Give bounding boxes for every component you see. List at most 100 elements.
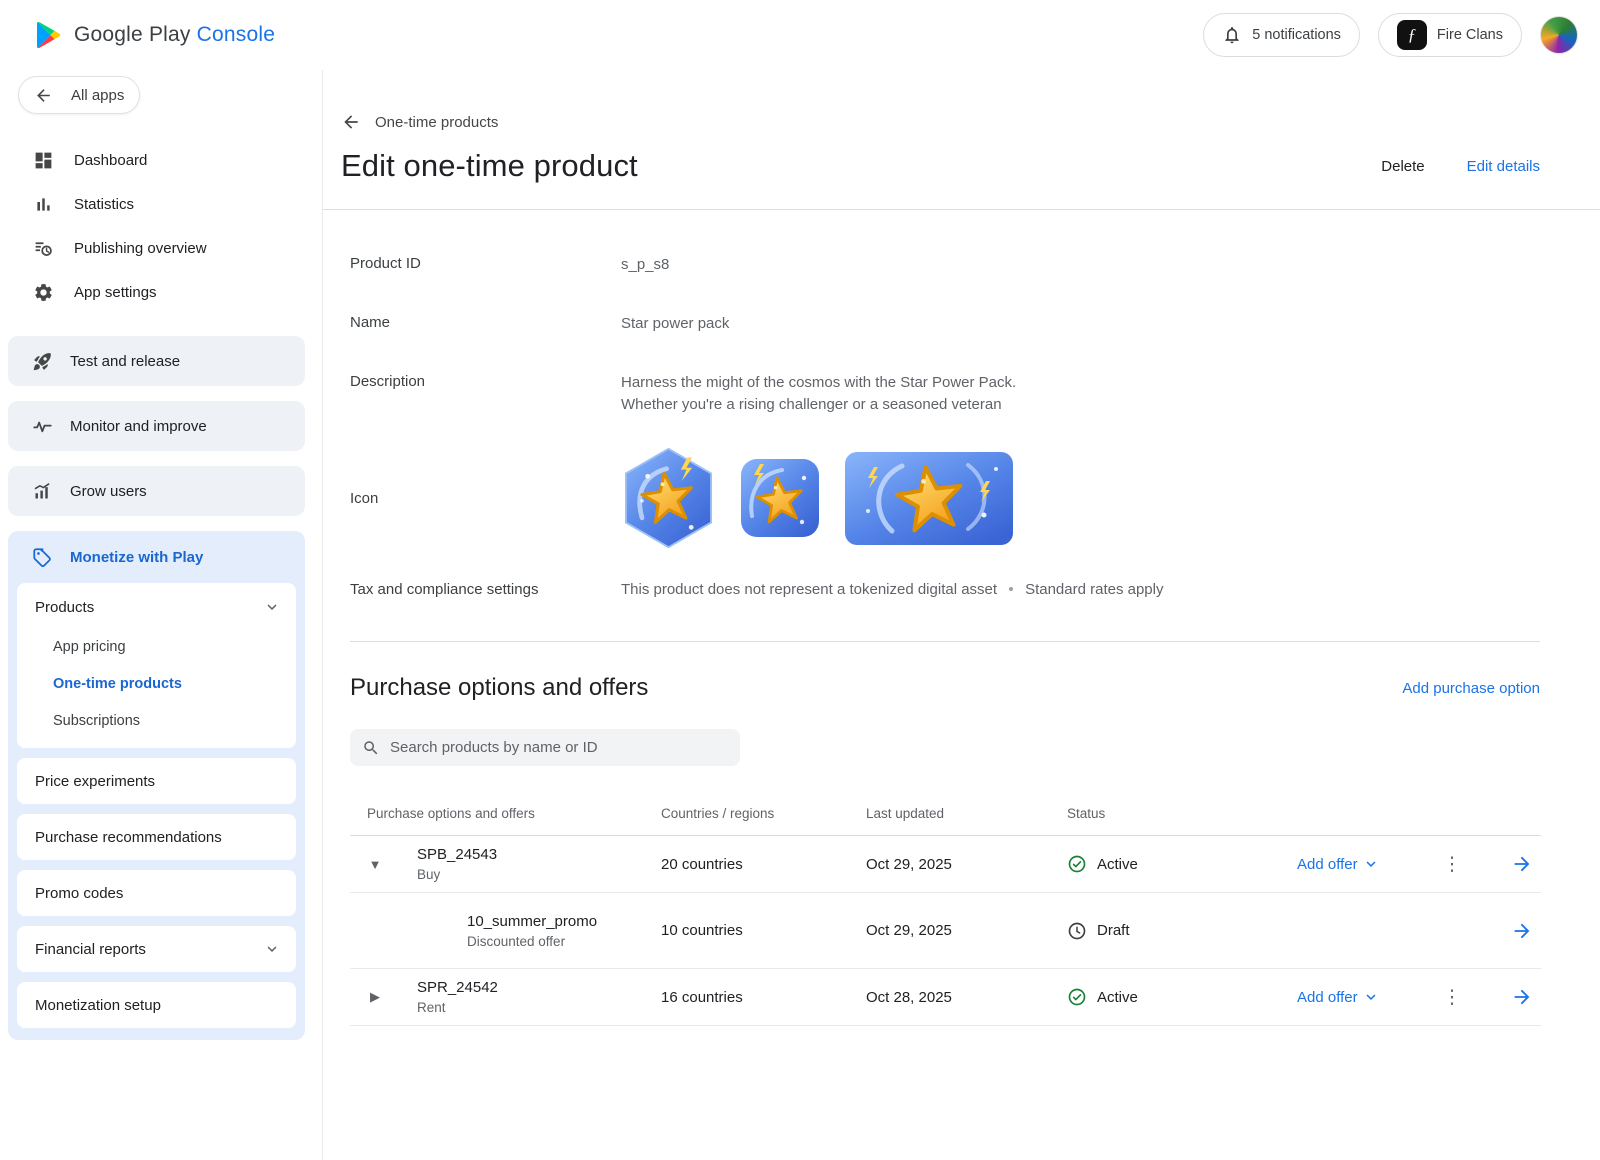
statistics-icon: [33, 194, 54, 215]
field-value: This product does not represent a tokeni…: [621, 580, 1163, 598]
table-row[interactable]: ▼ SPB_24543 Buy 20 countries Oct 29, 202…: [350, 836, 1541, 893]
sidebar-item-publishing-overview[interactable]: Publishing overview: [0, 226, 322, 270]
sidebar-section-label: Monitor and improve: [70, 418, 207, 435]
sidebar-section-label: Monetize with Play: [70, 549, 203, 566]
add-purchase-option-button[interactable]: Add purchase option: [1402, 680, 1540, 697]
back-arrow-icon[interactable]: [341, 112, 361, 132]
product-detail-fields: Product ID s_p_s8 Name Star power pack D…: [323, 210, 1600, 598]
app-selector-button[interactable]: ƒ Fire Clans: [1378, 13, 1522, 57]
monetize-with-play-header[interactable]: Monetize with Play: [8, 531, 305, 583]
add-offer-button[interactable]: Add offer: [1297, 855, 1427, 873]
rocket-icon: [32, 351, 53, 372]
google-play-console-logo[interactable]: Google Play Console: [32, 19, 275, 51]
last-updated-cell: Oct 28, 2025: [866, 989, 1067, 1006]
purchase-option-id: SPR_24542: [417, 979, 661, 996]
field-value: s_p_s8: [621, 254, 669, 276]
sidebar-item-subscriptions[interactable]: Subscriptions: [17, 702, 296, 739]
all-apps-label: All apps: [71, 87, 124, 104]
sidebar-item-label: Statistics: [74, 196, 134, 213]
open-row-button[interactable]: [1511, 986, 1541, 1008]
status-badge: Active: [1067, 987, 1297, 1007]
delete-button[interactable]: Delete: [1381, 158, 1424, 175]
sidebar-item-app-pricing[interactable]: App pricing: [17, 628, 296, 665]
column-header: Status: [1067, 806, 1297, 821]
sidebar-item-purchase-recommendations[interactable]: Purchase recommendations: [17, 814, 296, 860]
sidebar-section-label: Grow users: [70, 483, 147, 500]
tag-icon: [32, 547, 53, 568]
open-row-button[interactable]: [1511, 853, 1541, 875]
edit-details-button[interactable]: Edit details: [1467, 158, 1540, 175]
play-triangle-icon: [32, 19, 62, 51]
notifications-label: 5 notifications: [1252, 27, 1341, 43]
field-label: Icon: [350, 489, 621, 507]
row-menu-button[interactable]: ⋮: [1435, 982, 1470, 1013]
last-updated-cell: Oct 29, 2025: [866, 856, 1067, 873]
offer-id: 10_summer_promo: [467, 913, 661, 930]
app-selector-label: Fire Clans: [1437, 27, 1503, 43]
add-offer-button[interactable]: Add offer: [1297, 988, 1427, 1006]
column-header: Countries / regions: [661, 806, 866, 821]
check-circle-icon: [1067, 987, 1087, 1007]
countries-cell: 16 countries: [661, 989, 866, 1006]
sidebar-item-app-settings[interactable]: App settings: [0, 270, 322, 314]
table-header-row: Purchase options and offers Countries / …: [350, 792, 1541, 836]
column-header: Purchase options and offers: [350, 806, 661, 821]
products-group: Products App pricing One-time products S…: [17, 583, 296, 748]
arrow-right-icon: [1511, 853, 1533, 875]
page-title: Edit one-time product: [341, 148, 638, 184]
sidebar-item-dashboard[interactable]: Dashboard: [0, 138, 322, 182]
star-banner-wide-image: [844, 451, 1014, 546]
user-avatar[interactable]: [1540, 16, 1578, 54]
field-label: Description: [350, 372, 621, 416]
sidebar-item-label: Publishing overview: [74, 240, 207, 257]
brand-text: Google Play Console: [74, 23, 275, 47]
sidebar-section-test-and-release[interactable]: Test and release: [8, 336, 305, 386]
purchase-option-type: Buy: [417, 867, 661, 882]
bell-icon: [1222, 25, 1242, 45]
purchase-options-title: Purchase options and offers: [350, 674, 648, 702]
clock-icon: [1067, 921, 1087, 941]
field-tax-compliance: Tax and compliance settings This product…: [350, 580, 1540, 598]
expand-row-button[interactable]: ▶: [364, 983, 386, 1011]
purchase-option-type: Rent: [417, 1000, 661, 1015]
field-description: Description Harness the might of the cos…: [350, 372, 1540, 416]
chevron-down-icon: [263, 940, 281, 958]
chevron-down-icon: [263, 598, 281, 616]
field-icon: Icon: [350, 446, 1540, 550]
sidebar-section-monitor-and-improve[interactable]: Monitor and improve: [8, 401, 305, 451]
sidebar-section-label: Test and release: [70, 353, 180, 370]
field-value: Star power pack: [621, 313, 729, 335]
field-name: Name Star power pack: [350, 313, 1540, 335]
products-group-header[interactable]: Products: [17, 586, 296, 628]
breadcrumb: One-time products: [341, 112, 1540, 132]
last-updated-cell: Oct 29, 2025: [866, 922, 1067, 939]
open-row-button[interactable]: [1511, 920, 1541, 942]
table-row[interactable]: ▶ SPR_24542 Rent 16 countries Oct 28, 20…: [350, 969, 1541, 1026]
field-label: Name: [350, 313, 621, 335]
collapse-row-button[interactable]: ▼: [363, 851, 388, 878]
search-box[interactable]: [350, 729, 740, 766]
breadcrumb-label[interactable]: One-time products: [375, 114, 498, 131]
field-label: Tax and compliance settings: [350, 580, 621, 598]
field-product-id: Product ID s_p_s8: [350, 254, 1540, 276]
gear-icon: [33, 282, 54, 303]
all-apps-button[interactable]: All apps: [18, 76, 140, 114]
sidebar-item-monetization-setup[interactable]: Monetization setup: [17, 982, 296, 1028]
sidebar-item-financial-reports[interactable]: Financial reports: [17, 926, 296, 972]
sidebar-item-promo-codes[interactable]: Promo codes: [17, 870, 296, 916]
sidebar-item-price-experiments[interactable]: Price experiments: [17, 758, 296, 804]
row-menu-button[interactable]: ⋮: [1435, 849, 1470, 880]
sidebar-section-grow-users[interactable]: Grow users: [8, 466, 305, 516]
check-circle-icon: [1067, 854, 1087, 874]
status-badge: Active: [1067, 854, 1297, 874]
sidebar-item-statistics[interactable]: Statistics: [0, 182, 322, 226]
countries-cell: 10 countries: [661, 922, 866, 939]
main-content: One-time products Edit one-time product …: [322, 70, 1600, 1160]
star-badge-hexagon-image: [621, 446, 716, 550]
table-row-nested[interactable]: 10_summer_promo Discounted offer 10 coun…: [350, 893, 1541, 969]
notifications-button[interactable]: 5 notifications: [1203, 13, 1360, 57]
sidebar-item-one-time-products[interactable]: One-time products: [17, 665, 296, 702]
purchase-options-table: Purchase options and offers Countries / …: [350, 792, 1541, 1026]
column-header: Last updated: [866, 806, 1067, 821]
search-input[interactable]: [390, 739, 728, 756]
